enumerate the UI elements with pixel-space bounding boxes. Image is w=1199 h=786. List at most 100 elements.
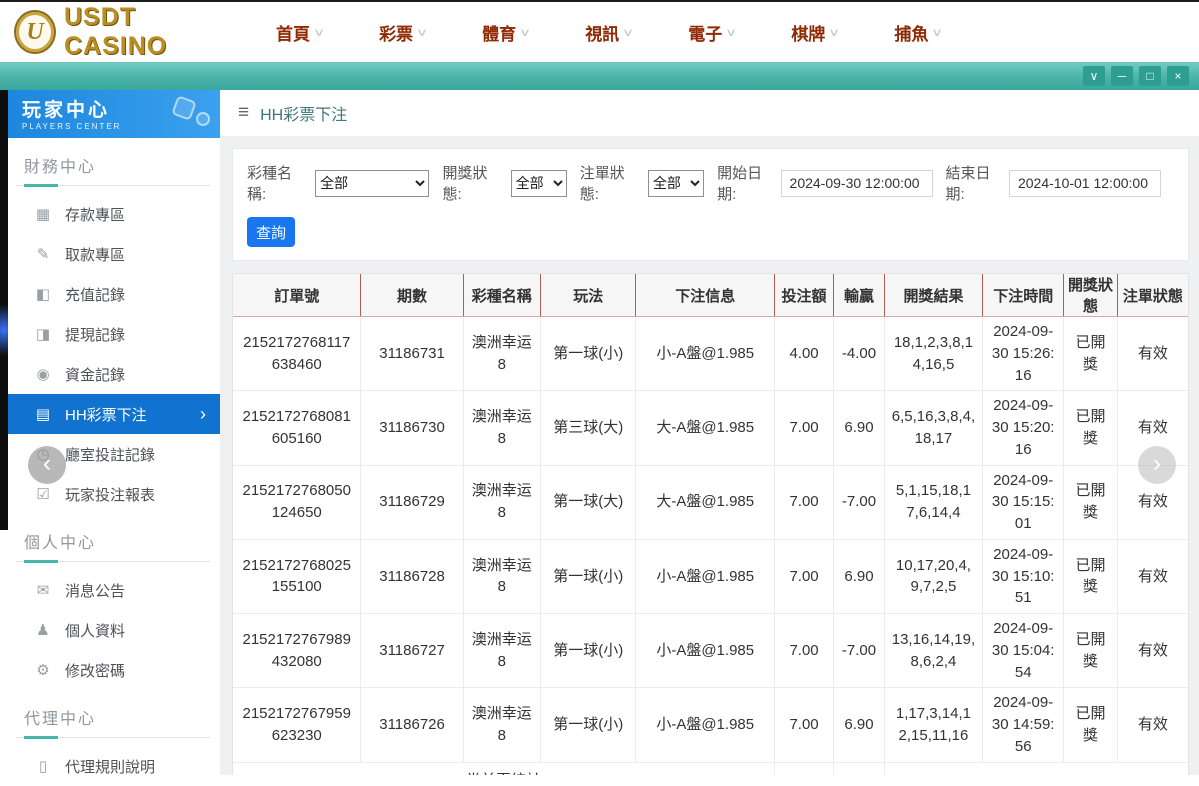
personal-menu: ✉ 消息公告 ♟ 個人資料 ⚙ 修改密碼 <box>8 570 220 690</box>
chevron-down-icon: ∨ <box>312 26 326 39</box>
cell-draw-result: 18,1,2,3,8,14,16,5 <box>883 315 983 391</box>
lottery-select[interactable]: 全部 <box>315 169 430 197</box>
end-date-input[interactable] <box>1008 169 1161 197</box>
col-header-bet-info: 下注信息 <box>635 274 775 317</box>
cell-win-loss: 6.90 <box>833 390 885 465</box>
top-nav: 首頁 ∨ 彩票 ∨ 體育 ∨ 視訊 ∨ 電子 ∨ 棋牌 ∨ 捕魚 ∨ <box>276 20 943 45</box>
col-header-period: 期數 <box>360 274 464 317</box>
order-status-select[interactable]: 全部 <box>647 169 705 197</box>
cell-draw-result: 10,17,20,4,9,7,2,5 <box>883 538 983 614</box>
player-report-icon: ☑ <box>36 486 50 503</box>
scroll-prev-button[interactable]: ‹ <box>28 446 66 484</box>
lottery-filter-label: 彩種名稱: <box>247 165 293 203</box>
cell-draw-status: 已開獎 <box>1063 390 1118 465</box>
lottery-filter: 彩種名稱: 全部 <box>247 162 430 204</box>
top-header: U USDT CASINO 首頁 ∨ 彩票 ∨ 體育 ∨ 視訊 ∨ 電子 ∨ 棋… <box>0 2 1199 62</box>
nav-item-label: 體育 <box>482 24 517 44</box>
logo-emblem-icon: U <box>14 10 56 54</box>
start-date-input[interactable] <box>780 169 933 197</box>
sidebar-item-deposit[interactable]: ▦ 存款專區 <box>8 194 220 234</box>
draw-status-select[interactable]: 全部 <box>510 169 567 197</box>
cell-lottery-name: 澳洲幸运8 <box>462 390 541 465</box>
nav-item-electronic[interactable]: 電子 ∨ <box>688 20 737 45</box>
cell-period: 31186727 <box>360 612 464 688</box>
cell-bet-info: 小-A盤@1.985 <box>635 612 775 688</box>
cell-draw-status: 已開獎 <box>1063 315 1118 391</box>
profile-icon: ♟ <box>36 622 50 639</box>
nav-item-home[interactable]: 首頁 ∨ <box>276 20 326 45</box>
col-header-draw-status: 開獎狀態 <box>1063 274 1118 317</box>
collapse-icon: ∨ <box>1089 69 1099 83</box>
chevron-down-icon: ∨ <box>416 26 429 39</box>
cell-draw-result: 1,17,3,14,12,15,11,16 <box>883 687 983 762</box>
cell-bet-time: 2024-09-30 15:15:01 <box>982 464 1064 540</box>
sidebar-item-withdraw[interactable]: ✎ 取款專區 <box>8 234 220 274</box>
cell-lottery-name: 澳洲幸运8 <box>462 687 541 762</box>
cell-draw-result: 5,1,15,18,17,6,14,4 <box>883 464 983 540</box>
sidebar-item-fund-record[interactable]: ◉ 資金記錄 <box>8 354 220 394</box>
nav-item-sports[interactable]: 體育 ∨ <box>482 20 531 45</box>
cell-order-status: 有效 <box>1116 315 1188 391</box>
hamburger-menu-icon[interactable]: ≡ <box>238 102 249 124</box>
sidebar-section-agent: 代理中心 <box>8 705 220 739</box>
sidebar-item-agent-rules[interactable]: ▯ 代理規則說明 <box>8 746 220 786</box>
sidebar: 玩家中心 PLAYERS CENTER 財務中心 ▦ 存款專區 ✎ 取款專區 ◧… <box>8 90 220 776</box>
nav-item-lottery[interactable]: 彩票 ∨ <box>379 20 429 45</box>
nav-item-label: 首頁 <box>276 24 310 44</box>
start-date-label: 開始日期: <box>717 165 763 203</box>
cell-bet-time: 2024-09-30 15:04:54 <box>982 612 1064 688</box>
close-button[interactable]: × <box>1167 66 1189 86</box>
background-strip <box>0 90 8 775</box>
sidebar-item-label: 取款專區 <box>65 246 126 264</box>
cell-win-loss: -7.00 <box>833 464 885 540</box>
sidebar-item-label: 提現記錄 <box>65 326 126 344</box>
order-status-filter-label: 注單狀態: <box>579 165 625 203</box>
summary-label: 當前頁統計 <box>233 761 775 775</box>
sidebar-item-messages[interactable]: ✉ 消息公告 <box>8 570 220 610</box>
nav-item-fishing[interactable]: 捕魚 ∨ <box>894 20 943 45</box>
content-area: 玩家中心 PLAYERS CENTER 財務中心 ▦ 存款專區 ✎ 取款專區 ◧… <box>0 90 1199 776</box>
filter-row: 彩種名稱: 全部 開獎狀態: 全部 注單狀態: 全部 開始日期: 2024-09… <box>247 162 1174 204</box>
sidebar-item-profile[interactable]: ♟ 個人資料 <box>8 610 220 650</box>
cell-bet-time: 2024-09-30 14:59:56 <box>982 687 1064 762</box>
withdraw-record-icon: ◨ <box>35 326 51 343</box>
sidebar-subtitle: PLAYERS CENTER <box>22 122 122 131</box>
search-button[interactable]: 查詢 <box>247 217 295 247</box>
sidebar-item-withdraw-record[interactable]: ◨ 提現記錄 <box>8 314 220 354</box>
sidebar-item-recharge-record[interactable]: ◧ 充值記錄 <box>8 274 220 314</box>
cell-draw-status: 已開獎 <box>1063 612 1118 688</box>
col-header-lottery-name: 彩種名稱 <box>462 274 541 317</box>
modal-title-bar: ∨ ─ □ × <box>0 62 1199 90</box>
table-row: 2152172767989432080 31186727 澳洲幸运8 第一球(小… <box>233 612 1188 688</box>
maximize-button[interactable]: □ <box>1139 66 1161 86</box>
collapse-button[interactable]: ∨ <box>1083 66 1105 86</box>
cell-period: 31186729 <box>360 464 464 540</box>
cell-play-type: 第一球(大) <box>539 464 636 540</box>
nav-item-video[interactable]: 視訊 ∨ <box>585 20 634 45</box>
col-header-order-status: 注單狀態 <box>1116 274 1188 317</box>
recharge-record-icon: ◧ <box>35 286 51 303</box>
site-logo[interactable]: U USDT CASINO <box>0 3 238 61</box>
minimize-icon: ─ <box>1117 69 1127 83</box>
nav-item-chess[interactable]: 棋牌 ∨ <box>791 20 840 45</box>
deposit-icon: ▦ <box>35 206 51 223</box>
summary-win-total: 2.70 <box>833 761 885 775</box>
scroll-next-button[interactable]: › <box>1138 446 1176 484</box>
sidebar-item-label: 資金記錄 <box>65 366 126 384</box>
minimize-button[interactable]: ─ <box>1111 66 1133 86</box>
agent-menu: ▯ 代理規則說明 <box>8 746 220 786</box>
cell-order-status: 有效 <box>1116 687 1188 762</box>
sidebar-header: 玩家中心 PLAYERS CENTER <box>8 90 220 138</box>
cell-bet-info: 小-A盤@1.985 <box>635 315 775 391</box>
cell-bet-info: 大-A盤@1.985 <box>635 464 775 540</box>
table-row: 2152172767959623230 31186726 澳洲幸运8 第一球(小… <box>233 687 1188 762</box>
table-header-row: 訂單號 期數 彩種名稱 玩法 下注信息 投注額 輸贏 開獎結果 下注時間 開獎狀… <box>233 274 1188 317</box>
col-header-bet-amount: 投注額 <box>773 274 834 317</box>
cell-play-type: 第一球(小) <box>539 612 636 688</box>
sidebar-item-change-password[interactable]: ⚙ 修改密碼 <box>8 650 220 690</box>
col-header-play-type: 玩法 <box>539 274 636 317</box>
cell-order-no: 2152172767959623230 <box>233 687 361 762</box>
cell-lottery-name: 澳洲幸运8 <box>462 464 541 540</box>
sidebar-item-hh-lottery-bet[interactable]: ▤ HH彩票下注 › <box>8 394 220 434</box>
cell-lottery-name: 澳洲幸运8 <box>462 612 541 688</box>
